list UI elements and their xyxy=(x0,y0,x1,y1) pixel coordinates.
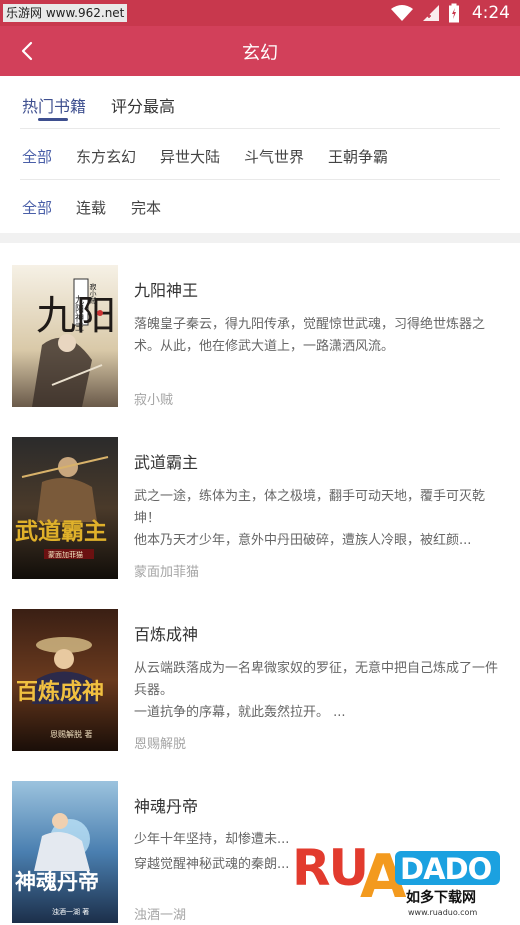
book-description: 从云端跌落成为一名卑微家奴的罗征，无意中把自己炼成了一件兵器。 一道抗争的序幕，… xyxy=(134,661,499,720)
status-icons: 4:24 xyxy=(390,2,510,24)
filter-status-complete[interactable]: 完本 xyxy=(131,197,161,218)
book-description: 武之一途，练体为主，体之极境，翻手可动天地，覆手可灭乾坤！ 他本乃天才少年，意外… xyxy=(134,489,486,548)
book-cover: 神魂丹帝 浊酒一湖 著 xyxy=(12,781,118,923)
book-cover: 百炼成神 恩赐解脱 著 xyxy=(12,609,118,751)
tab-row: 热门书籍 评分最高 xyxy=(0,76,520,128)
cover-title-text: 神魂丹帝 xyxy=(15,869,99,894)
svg-text:DADO: DADO xyxy=(400,852,492,886)
tab-hot-books[interactable]: 热门书籍 xyxy=(22,93,86,117)
filter-status-all[interactable]: 全部 xyxy=(22,197,52,218)
svg-text:蒙面加菲猫: 蒙面加菲猫 xyxy=(48,550,83,559)
book-cover: 武道霸主 蒙面加菲猫 xyxy=(12,437,118,579)
book-author: 寂小贼 xyxy=(134,393,174,408)
site-watermark: 乐游网 www.962.net xyxy=(3,4,128,22)
status-bar: 乐游网 www.962.net 4:24 xyxy=(0,0,520,26)
cover-title-text: 百炼成神 xyxy=(16,679,104,705)
book-title: 神魂丹帝 xyxy=(134,797,199,816)
svg-text:寂小贼: 寂小贼 xyxy=(89,282,97,305)
book-title: 武道霸主 xyxy=(134,453,199,472)
brand-name: 如多下载网 xyxy=(406,889,476,906)
svg-text:恩赐解脱 著: 恩赐解脱 著 xyxy=(50,729,93,739)
divider xyxy=(20,179,500,180)
cover-title-text: 武道霸主 xyxy=(15,518,107,545)
wifi-icon xyxy=(390,5,413,21)
svg-text:RU: RU xyxy=(292,839,367,897)
brand-watermark: RU A DADO 如多下载网 www.ruaduo.com xyxy=(290,835,512,920)
filter-category-otherworld[interactable]: 异世大陆 xyxy=(160,146,220,167)
active-tab-indicator xyxy=(38,118,68,121)
filter-category-douqi[interactable]: 斗气世界 xyxy=(244,146,304,167)
divider xyxy=(20,128,500,129)
app-bar: 玄幻 xyxy=(0,26,520,76)
book-title: 百炼成神 xyxy=(134,625,199,644)
book-item[interactable]: 武道霸主 蒙面加菲猫 武道霸主 武之一途，练体为主，体之极境，翻手可动天地，覆手… xyxy=(0,437,520,607)
book-author: 恩赐解脱 xyxy=(134,737,187,752)
book-item[interactable]: 九阳 九阳神王 寂小贼 九阳神王 落魄皇子秦云，得九阳传承，觉醒惊世武魂，习得绝… xyxy=(0,265,520,435)
page-title: 玄幻 xyxy=(242,43,278,64)
book-description: 落魄皇子秦云，得九阳传承，觉醒惊世武魂，习得绝世炼器之术。从此，他在修武大道上，… xyxy=(134,317,486,354)
svg-text:浊酒一湖 著: 浊酒一湖 著 xyxy=(52,907,89,916)
book-author: 蒙面加菲猫 xyxy=(134,565,200,580)
clock: 4:24 xyxy=(471,3,510,23)
tab-top-rated[interactable]: 评分最高 xyxy=(111,93,175,117)
signal-icon xyxy=(422,5,439,21)
book-cover: 九阳 九阳神王 寂小贼 xyxy=(12,265,118,407)
filter-status-serial[interactable]: 连载 xyxy=(76,197,106,218)
book-item[interactable]: 百炼成神 恩赐解脱 著 百炼成神 从云端跌落成为一名卑微家奴的罗征，无意中把自己… xyxy=(0,609,520,779)
filter-category-dynasty[interactable]: 王朝争霸 xyxy=(328,146,388,167)
filter-category-all[interactable]: 全部 xyxy=(22,146,52,167)
book-title: 九阳神王 xyxy=(134,281,199,300)
brand-url: www.ruaduo.com xyxy=(408,908,477,917)
section-gap xyxy=(0,233,520,243)
filter-category-eastern[interactable]: 东方玄幻 xyxy=(76,146,136,167)
svg-text:九阳神王: 九阳神王 xyxy=(73,295,84,331)
book-author: 浊酒一湖 xyxy=(134,908,187,923)
battery-icon xyxy=(448,3,459,23)
